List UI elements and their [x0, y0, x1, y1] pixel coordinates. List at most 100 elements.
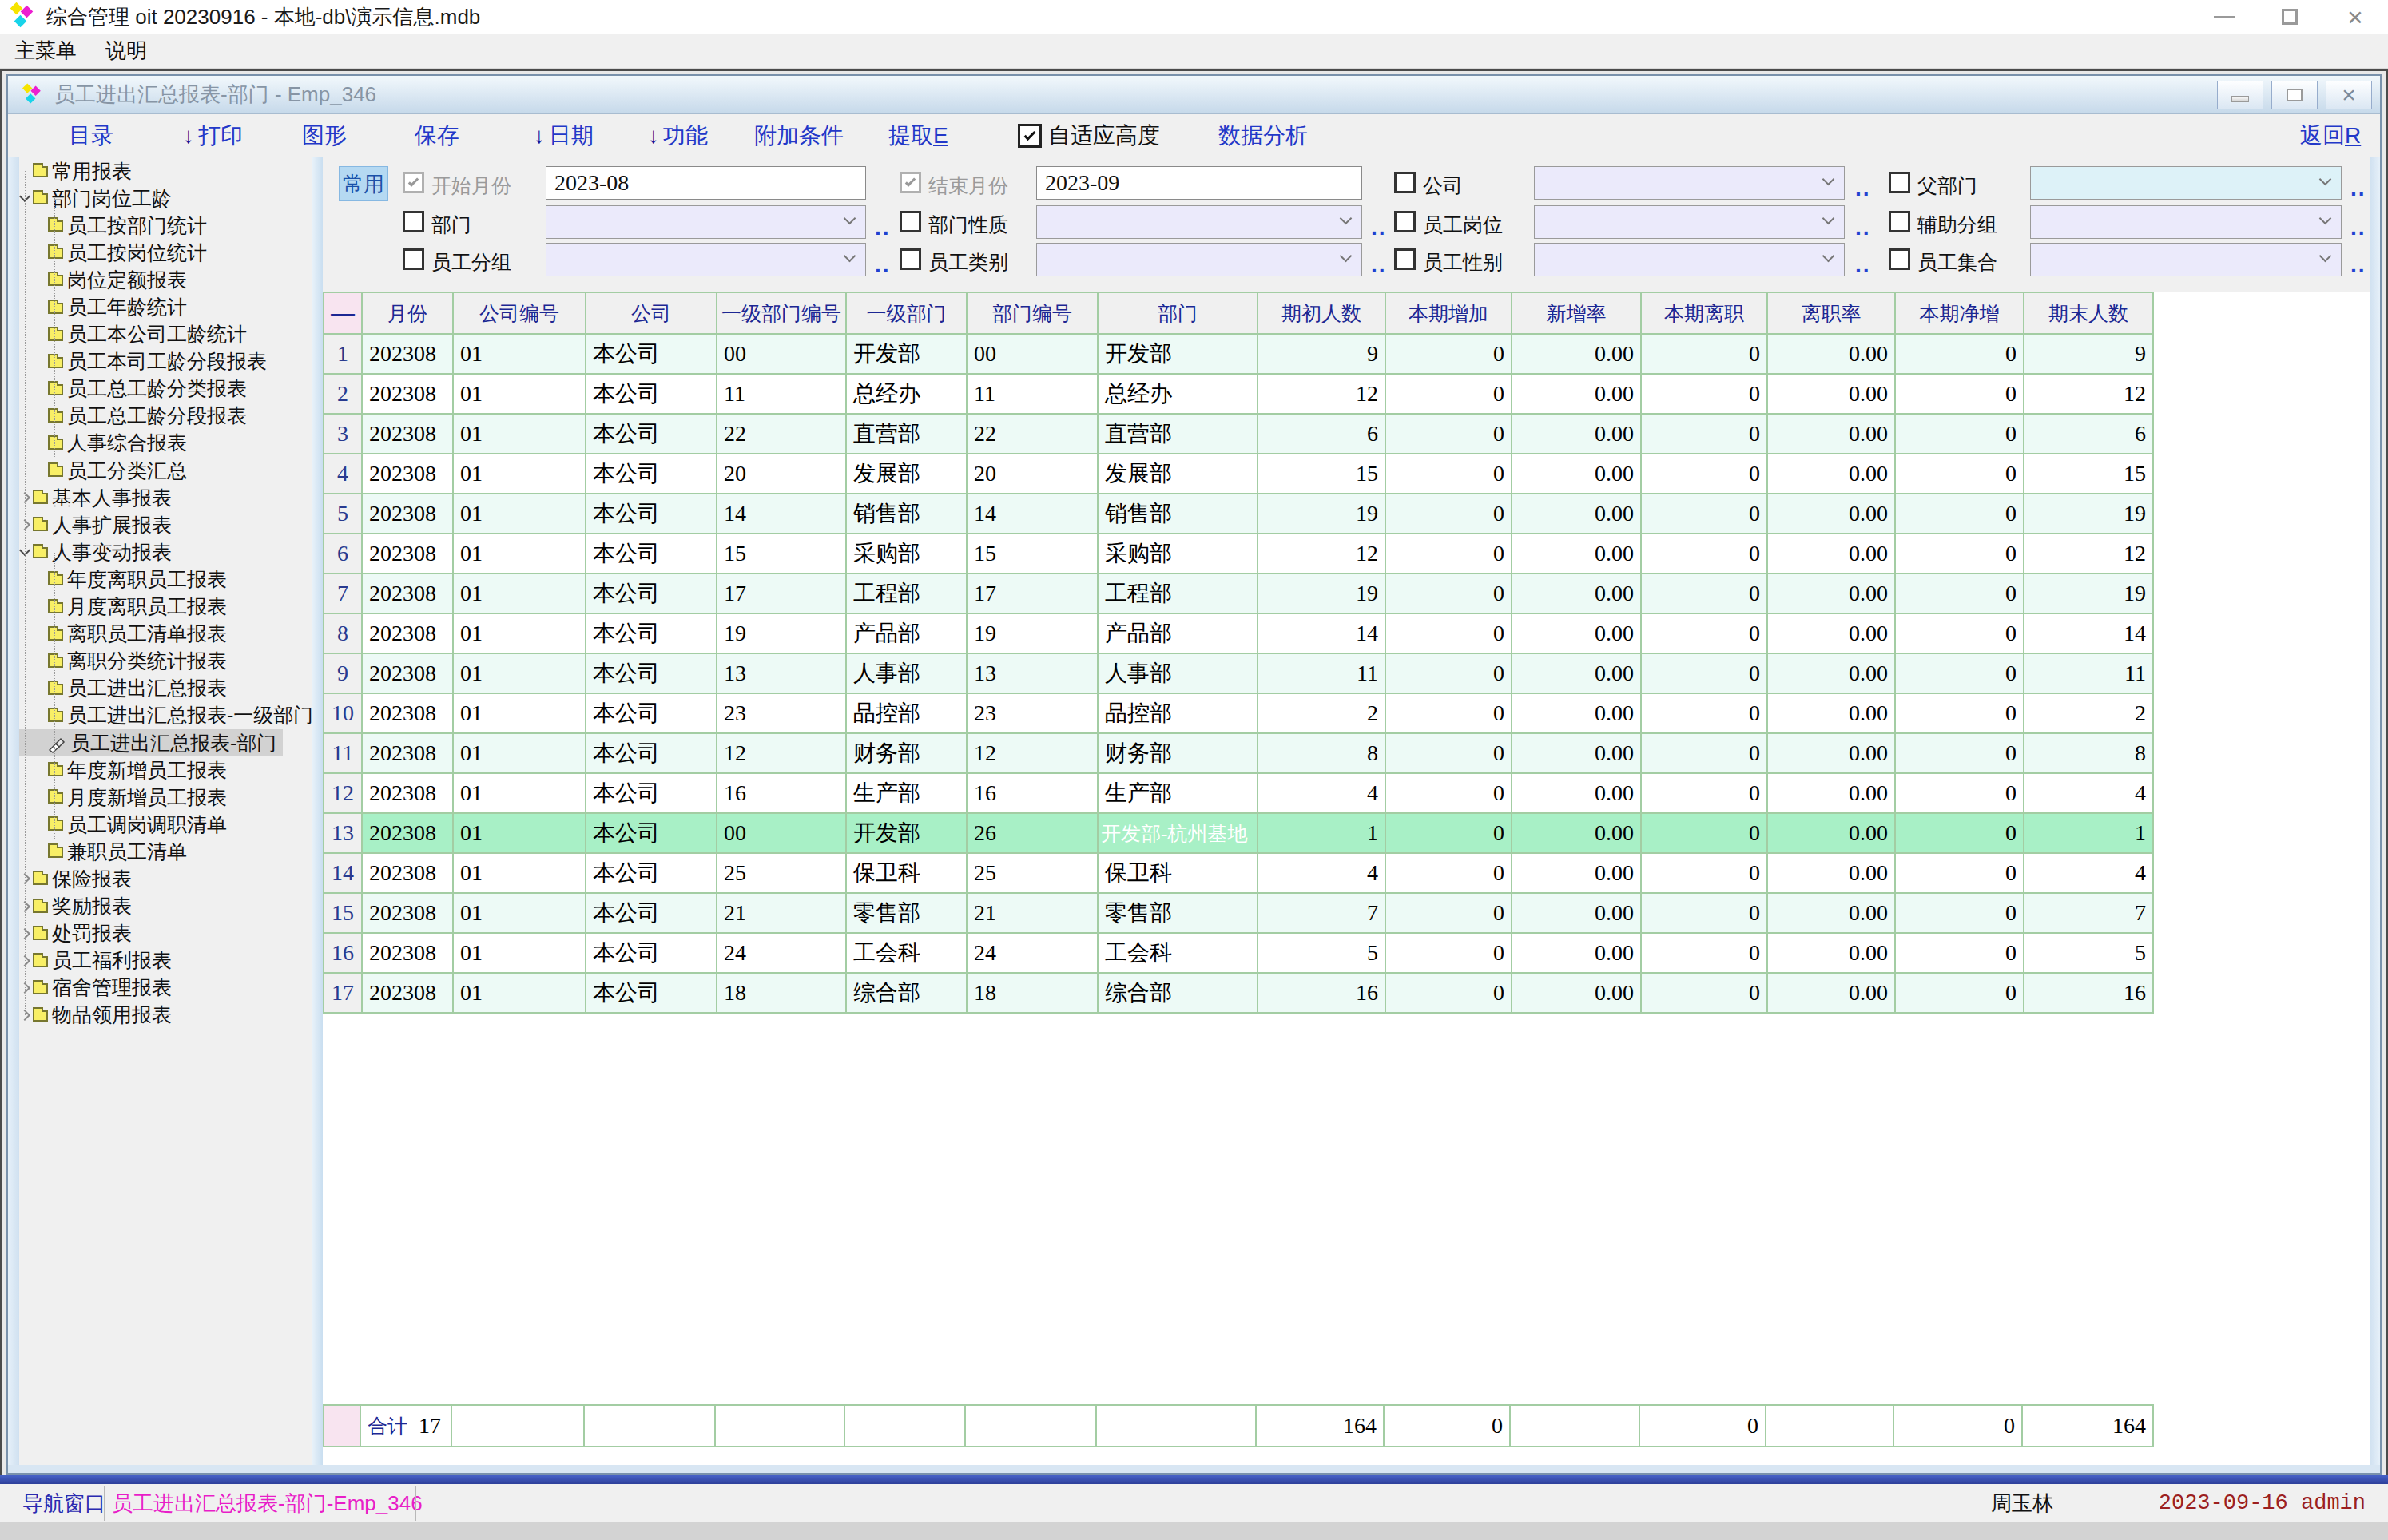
table-cell[interactable]: 15: [968, 534, 1099, 574]
table-cell[interactable]: 12: [717, 734, 847, 774]
table-cell[interactable]: 直营部: [1099, 415, 1258, 454]
table-cell[interactable]: 0: [1386, 375, 1512, 415]
table-cell[interactable]: 01: [454, 454, 586, 494]
table-cell[interactable]: 人事部: [847, 654, 968, 694]
filter-more-button[interactable]: ..: [2350, 176, 2366, 201]
table-cell[interactable]: 0: [1386, 574, 1512, 614]
column-header[interactable]: 本期增加: [1386, 293, 1512, 335]
column-header[interactable]: 公司编号: [454, 293, 586, 335]
table-cell[interactable]: 0: [1896, 614, 2024, 654]
table-cell[interactable]: 0.00: [1768, 415, 1896, 454]
table-cell[interactable]: 21: [717, 894, 847, 934]
table-cell[interactable]: 11: [2024, 654, 2154, 694]
toolbar-item[interactable]: 提取E: [888, 114, 948, 157]
table-cell[interactable]: 开发部-杭州基地: [1099, 814, 1258, 854]
table-cell[interactable]: 0: [1386, 415, 1512, 454]
filter-input[interactable]: 2023-09: [1036, 166, 1362, 200]
row-number-cell[interactable]: 17: [324, 974, 363, 1014]
table-cell[interactable]: 14: [717, 494, 847, 534]
column-header[interactable]: 本期离职: [1642, 293, 1768, 335]
common-filter-button[interactable]: 常用: [339, 166, 388, 201]
table-cell[interactable]: 本公司: [586, 454, 717, 494]
row-number-cell[interactable]: 6: [324, 534, 363, 574]
table-cell[interactable]: 01: [454, 894, 586, 934]
filter-more-button[interactable]: ..: [1855, 176, 1871, 201]
table-cell[interactable]: 13: [717, 654, 847, 694]
table-cell[interactable]: 本公司: [586, 694, 717, 734]
table-cell[interactable]: 202308: [363, 614, 454, 654]
table-cell[interactable]: 16: [1258, 974, 1386, 1014]
table-cell[interactable]: 1: [1258, 814, 1386, 854]
table-cell[interactable]: 4: [1258, 774, 1386, 814]
table-cell[interactable]: 0: [1896, 774, 2024, 814]
row-number-cell[interactable]: 10: [324, 694, 363, 734]
tree-item[interactable]: 部门岗位工龄: [19, 185, 178, 212]
tree-item[interactable]: 月度新增员工报表: [19, 784, 233, 811]
table-cell[interactable]: 0.00: [1768, 494, 1896, 534]
table-cell[interactable]: 0: [1642, 614, 1768, 654]
table-cell[interactable]: 0: [1386, 654, 1512, 694]
table-cell[interactable]: 19: [2024, 574, 2154, 614]
table-cell[interactable]: 生产部: [847, 774, 968, 814]
table-cell[interactable]: 7: [2024, 894, 2154, 934]
table-cell[interactable]: 保卫科: [847, 854, 968, 894]
table-cell[interactable]: 总经办: [1099, 375, 1258, 415]
table-cell[interactable]: 本公司: [586, 894, 717, 934]
table-cell[interactable]: 本公司: [586, 534, 717, 574]
table-cell[interactable]: 14: [968, 494, 1099, 534]
table-cell[interactable]: 零售部: [847, 894, 968, 934]
tree-item[interactable]: 物品领用报表: [19, 1002, 178, 1029]
table-cell[interactable]: 202308: [363, 814, 454, 854]
table-cell[interactable]: 0: [1386, 614, 1512, 654]
table-cell[interactable]: 00: [717, 335, 847, 375]
menu-item-help[interactable]: 说明: [91, 37, 161, 65]
table-cell[interactable]: 0: [1896, 574, 2024, 614]
table-cell[interactable]: 202308: [363, 335, 454, 375]
table-cell[interactable]: 22: [717, 415, 847, 454]
table-cell[interactable]: 202308: [363, 894, 454, 934]
tree-item[interactable]: 离职员工清单报表: [19, 621, 233, 648]
table-cell[interactable]: 开发部: [1099, 335, 1258, 375]
table-cell[interactable]: 0.00: [1512, 335, 1642, 375]
table-cell[interactable]: 0: [1386, 774, 1512, 814]
tree-item[interactable]: 奖励报表: [19, 893, 138, 920]
table-cell[interactable]: 5: [1258, 934, 1386, 974]
tree-item[interactable]: 员工按部门统计: [19, 212, 213, 239]
table-cell[interactable]: 13: [968, 654, 1099, 694]
table-cell[interactable]: 0: [1896, 494, 2024, 534]
table-cell[interactable]: 0: [1642, 734, 1768, 774]
tree-item[interactable]: 宿舍管理报表: [19, 974, 178, 1002]
table-cell[interactable]: 202308: [363, 774, 454, 814]
table-cell[interactable]: 0.00: [1512, 694, 1642, 734]
table-cell[interactable]: 本公司: [586, 934, 717, 974]
table-cell[interactable]: 0: [1896, 454, 2024, 494]
tree-item[interactable]: 年度离职员工报表: [19, 566, 233, 593]
table-cell[interactable]: 25: [717, 854, 847, 894]
table-cell[interactable]: 7: [1258, 894, 1386, 934]
table-cell[interactable]: 23: [968, 694, 1099, 734]
table-cell[interactable]: 0: [1896, 934, 2024, 974]
table-cell[interactable]: 0.00: [1768, 694, 1896, 734]
tree-item[interactable]: 员工进出汇总报表-部门: [19, 729, 283, 756]
table-cell[interactable]: 0.00: [1512, 734, 1642, 774]
table-cell[interactable]: 20: [968, 454, 1099, 494]
tree-item[interactable]: 员工进出汇总报表-一级部门: [19, 702, 312, 729]
table-cell[interactable]: 0: [1642, 415, 1768, 454]
table-cell[interactable]: 财务部: [1099, 734, 1258, 774]
table-cell[interactable]: 00: [717, 814, 847, 854]
table-cell[interactable]: 1: [2024, 814, 2154, 854]
filter-checkbox[interactable]: [1394, 211, 1416, 232]
tree-item[interactable]: 兼职员工清单: [19, 838, 193, 865]
filter-more-button[interactable]: ..: [2350, 215, 2366, 240]
column-header[interactable]: 期初人数: [1258, 293, 1386, 335]
table-cell[interactable]: 综合部: [847, 974, 968, 1014]
table-cell[interactable]: 0.00: [1768, 375, 1896, 415]
table-cell[interactable]: 0: [1386, 894, 1512, 934]
table-cell[interactable]: 本公司: [586, 654, 717, 694]
table-cell[interactable]: 24: [717, 934, 847, 974]
table-cell[interactable]: 0.00: [1512, 654, 1642, 694]
table-cell[interactable]: 0: [1386, 974, 1512, 1014]
table-cell[interactable]: 5: [2024, 934, 2154, 974]
table-cell[interactable]: 0.00: [1768, 934, 1896, 974]
table-cell[interactable]: 202308: [363, 974, 454, 1014]
